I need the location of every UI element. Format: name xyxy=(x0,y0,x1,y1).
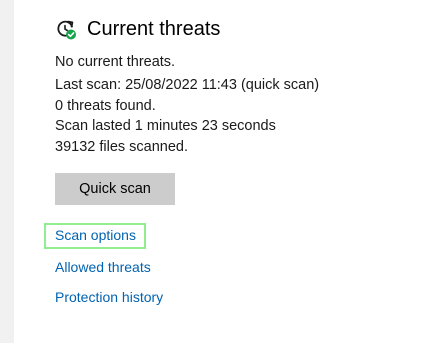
threats-found-text: 0 threats found. xyxy=(55,97,156,114)
last-scan-text: Last scan: 25/08/2022 11:43 (quick scan) xyxy=(55,77,320,93)
refresh-shield-check-icon xyxy=(55,18,77,40)
files-scanned-text: 39132 files scanned. xyxy=(55,138,189,155)
section-header: Current threats xyxy=(55,15,220,43)
allowed-threats-link[interactable]: Allowed threats xyxy=(55,259,151,275)
quick-scan-button[interactable]: Quick scan xyxy=(55,173,175,205)
scan-duration-text: Scan lasted 1 minutes 23 seconds xyxy=(55,118,276,134)
left-navigation-strip xyxy=(0,0,14,343)
protection-history-link[interactable]: Protection history xyxy=(55,289,163,305)
threat-status-summary: No current threats. xyxy=(55,54,176,70)
page-title: Current threats xyxy=(87,17,221,40)
scan-details: Last scan: 25/08/2022 11:43 (quick scan)… xyxy=(55,75,319,157)
scan-options-link[interactable]: Scan options xyxy=(55,227,136,243)
